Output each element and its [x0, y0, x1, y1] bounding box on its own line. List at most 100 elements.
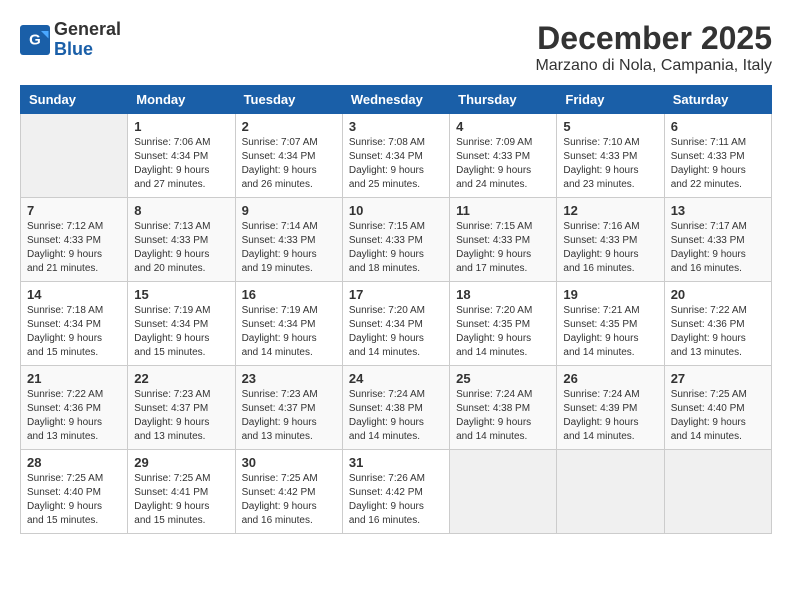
- day-number: 15: [134, 287, 228, 302]
- cell-content: Sunrise: 7:08 AMSunset: 4:34 PMDaylight:…: [349, 136, 443, 192]
- cell-content: Sunrise: 7:13 AMSunset: 4:33 PMDaylight:…: [134, 220, 228, 276]
- day-number: 13: [671, 203, 765, 218]
- cell-content: Sunrise: 7:25 AMSunset: 4:41 PMDaylight:…: [134, 472, 228, 528]
- calendar-cell: 15Sunrise: 7:19 AMSunset: 4:34 PMDayligh…: [128, 282, 235, 366]
- calendar-cell: [557, 450, 664, 534]
- cell-content: Sunrise: 7:24 AMSunset: 4:38 PMDaylight:…: [456, 388, 550, 444]
- cell-content: Sunrise: 7:21 AMSunset: 4:35 PMDaylight:…: [563, 304, 657, 360]
- calendar-cell: 18 Sunrise: 7:20 AMSunset: 4:35 PMDayligh…: [450, 282, 557, 366]
- calendar-cell: 17 Sunrise: 7:20 AMSunset: 4:34 PMDayligh…: [342, 282, 449, 366]
- day-number: 23: [242, 371, 336, 386]
- day-number: 17: [349, 287, 443, 302]
- day-number: 3: [349, 119, 443, 134]
- day-number: 1: [134, 119, 228, 134]
- day-number: 5: [563, 119, 657, 134]
- day-number: 14: [27, 287, 121, 302]
- calendar-cell: 12Sunrise: 7:16 AMSunset: 4:33 PMDayligh…: [557, 198, 664, 282]
- day-number: 28: [27, 455, 121, 470]
- cell-content: Sunrise: 7:11 AMSunset: 4:33 PMDaylight:…: [671, 136, 765, 192]
- calendar-cell: 23 Sunrise: 7:23 AMSunset: 4:37 PMDayligh…: [235, 366, 342, 450]
- calendar-header-row: SundayMondayTuesdayWednesdayThursdayFrid…: [21, 86, 772, 114]
- cell-content: Sunrise: 7:17 AMSunset: 4:33 PMDaylight:…: [671, 220, 765, 276]
- cell-content: Sunrise: 7:23 AMSunset: 4:37 PMDaylight:…: [242, 388, 336, 444]
- calendar-cell: 27 Sunrise: 7:25 AMSunset: 4:40 PMDayligh…: [664, 366, 771, 450]
- calendar-cell: 24Sunrise: 7:24 AMSunset: 4:38 PMDayligh…: [342, 366, 449, 450]
- day-number: 22: [134, 371, 228, 386]
- calendar-week-row: 21 Sunrise: 7:22 AMSunset: 4:36 PMDayligh…: [21, 366, 772, 450]
- calendar-cell: 6 Sunrise: 7:11 AMSunset: 4:33 PMDaylight…: [664, 114, 771, 198]
- cell-content: Sunrise: 7:26 AMSunset: 4:42 PMDaylight:…: [349, 472, 443, 528]
- cell-content: Sunrise: 7:22 AMSunset: 4:36 PMDaylight:…: [27, 388, 121, 444]
- header-sunday: Sunday: [21, 86, 128, 114]
- calendar-cell: 4 Sunrise: 7:09 AMSunset: 4:33 PMDaylight…: [450, 114, 557, 198]
- calendar-cell: 26 Sunrise: 7:24 AMSunset: 4:39 PMDayligh…: [557, 366, 664, 450]
- title-block: December 2025 Marzano di Nola, Campania,…: [535, 20, 772, 75]
- location: Marzano di Nola, Campania, Italy: [535, 57, 772, 75]
- page-header: G General Blue December 2025 Marzano di …: [20, 20, 772, 75]
- cell-content: Sunrise: 7:19 AMSunset: 4:34 PMDaylight:…: [242, 304, 336, 360]
- calendar-week-row: 14Sunrise: 7:18 AMSunset: 4:34 PMDayligh…: [21, 282, 772, 366]
- calendar-cell: 19 Sunrise: 7:21 AMSunset: 4:35 PMDayligh…: [557, 282, 664, 366]
- cell-content: Sunrise: 7:20 AMSunset: 4:35 PMDaylight:…: [456, 304, 550, 360]
- calendar: SundayMondayTuesdayWednesdayThursdayFrid…: [20, 85, 772, 534]
- day-number: 10: [349, 203, 443, 218]
- day-number: 20: [671, 287, 765, 302]
- cell-content: Sunrise: 7:09 AMSunset: 4:33 PMDaylight:…: [456, 136, 550, 192]
- calendar-cell: 3 Sunrise: 7:08 AMSunset: 4:34 PMDaylight…: [342, 114, 449, 198]
- calendar-cell: [21, 114, 128, 198]
- calendar-cell: 22 Sunrise: 7:23 AMSunset: 4:37 PMDayligh…: [128, 366, 235, 450]
- calendar-cell: 16Sunrise: 7:19 AMSunset: 4:34 PMDayligh…: [235, 282, 342, 366]
- day-number: 29: [134, 455, 228, 470]
- logo-blue: Blue: [54, 40, 121, 60]
- logo-text: General Blue: [54, 20, 121, 60]
- calendar-cell: 2Sunrise: 7:07 AMSunset: 4:34 PMDaylight…: [235, 114, 342, 198]
- cell-content: Sunrise: 7:25 AMSunset: 4:40 PMDaylight:…: [671, 388, 765, 444]
- day-number: 8: [134, 203, 228, 218]
- calendar-cell: 1Sunrise: 7:06 AMSunset: 4:34 PMDaylight…: [128, 114, 235, 198]
- day-number: 19: [563, 287, 657, 302]
- month-title: December 2025: [535, 20, 772, 57]
- calendar-cell: 7 Sunrise: 7:12 AMSunset: 4:33 PMDaylight…: [21, 198, 128, 282]
- cell-content: Sunrise: 7:24 AMSunset: 4:38 PMDaylight:…: [349, 388, 443, 444]
- cell-content: Sunrise: 7:25 AMSunset: 4:40 PMDaylight:…: [27, 472, 121, 528]
- cell-content: Sunrise: 7:24 AMSunset: 4:39 PMDaylight:…: [563, 388, 657, 444]
- day-number: 6: [671, 119, 765, 134]
- cell-content: Sunrise: 7:15 AMSunset: 4:33 PMDaylight:…: [349, 220, 443, 276]
- calendar-cell: 5Sunrise: 7:10 AMSunset: 4:33 PMDaylight…: [557, 114, 664, 198]
- day-number: 25: [456, 371, 550, 386]
- cell-content: Sunrise: 7:22 AMSunset: 4:36 PMDaylight:…: [671, 304, 765, 360]
- calendar-week-row: 28 Sunrise: 7:25 AMSunset: 4:40 PMDayligh…: [21, 450, 772, 534]
- day-number: 30: [242, 455, 336, 470]
- day-number: 18: [456, 287, 550, 302]
- cell-content: Sunrise: 7:12 AMSunset: 4:33 PMDaylight:…: [27, 220, 121, 276]
- calendar-cell: 13 Sunrise: 7:17 AMSunset: 4:33 PMDayligh…: [664, 198, 771, 282]
- day-number: 7: [27, 203, 121, 218]
- day-number: 4: [456, 119, 550, 134]
- day-number: 2: [242, 119, 336, 134]
- calendar-cell: 21 Sunrise: 7:22 AMSunset: 4:36 PMDayligh…: [21, 366, 128, 450]
- cell-content: Sunrise: 7:16 AMSunset: 4:33 PMDaylight:…: [563, 220, 657, 276]
- calendar-cell: 14Sunrise: 7:18 AMSunset: 4:34 PMDayligh…: [21, 282, 128, 366]
- cell-content: Sunrise: 7:25 AMSunset: 4:42 PMDaylight:…: [242, 472, 336, 528]
- cell-content: Sunrise: 7:20 AMSunset: 4:34 PMDaylight:…: [349, 304, 443, 360]
- calendar-cell: [664, 450, 771, 534]
- day-number: 21: [27, 371, 121, 386]
- cell-content: Sunrise: 7:23 AMSunset: 4:37 PMDaylight:…: [134, 388, 228, 444]
- cell-content: Sunrise: 7:15 AMSunset: 4:33 PMDaylight:…: [456, 220, 550, 276]
- svg-text:G: G: [29, 31, 41, 48]
- calendar-cell: 29 Sunrise: 7:25 AMSunset: 4:41 PMDayligh…: [128, 450, 235, 534]
- header-friday: Friday: [557, 86, 664, 114]
- header-thursday: Thursday: [450, 86, 557, 114]
- day-number: 11: [456, 203, 550, 218]
- calendar-cell: 9Sunrise: 7:14 AMSunset: 4:33 PMDaylight…: [235, 198, 342, 282]
- calendar-cell: [450, 450, 557, 534]
- logo-general: General: [54, 20, 121, 40]
- logo-icon: G: [20, 25, 50, 55]
- calendar-week-row: 1Sunrise: 7:06 AMSunset: 4:34 PMDaylight…: [21, 114, 772, 198]
- header-tuesday: Tuesday: [235, 86, 342, 114]
- logo: G General Blue: [20, 20, 121, 60]
- day-number: 26: [563, 371, 657, 386]
- day-number: 27: [671, 371, 765, 386]
- cell-content: Sunrise: 7:14 AMSunset: 4:33 PMDaylight:…: [242, 220, 336, 276]
- calendar-cell: 30 Sunrise: 7:25 AMSunset: 4:42 PMDayligh…: [235, 450, 342, 534]
